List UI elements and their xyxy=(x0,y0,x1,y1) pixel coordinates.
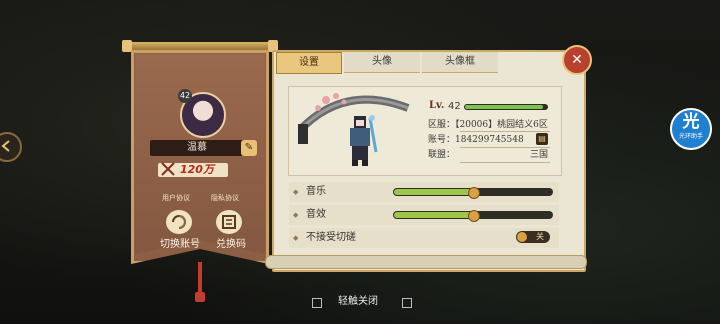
music-slider-fill xyxy=(394,189,473,195)
switch-account-icon[interactable] xyxy=(166,210,192,234)
scroll-roll-bottom xyxy=(265,255,587,269)
pencil-icon: ✎ xyxy=(244,142,254,153)
copy-account-button[interactable]: ▤ xyxy=(536,133,548,145)
sfx-slider-fill xyxy=(394,212,473,218)
close-button[interactable]: ✕ xyxy=(562,45,592,75)
banner-tassel xyxy=(195,262,205,302)
bullet-icon: ◆ xyxy=(293,211,299,219)
edit-name-button[interactable]: ✎ xyxy=(241,140,257,156)
alliance-value: 三国 xyxy=(530,150,549,160)
user-agreement-link[interactable]: 用户协议 xyxy=(162,193,190,203)
crossed-swords-icon xyxy=(161,162,175,176)
tab-settings[interactable]: 设置 xyxy=(276,52,342,74)
hero-sprite xyxy=(350,115,378,166)
player-name: 温慕 xyxy=(187,142,207,153)
alliance-underline xyxy=(460,162,550,163)
pole-cap-left xyxy=(122,40,132,52)
server-underline xyxy=(460,131,550,132)
corner-bracket-icon xyxy=(312,298,322,308)
chevron-left-icon xyxy=(1,140,10,152)
refuse-duel-label: 不接受切磋 xyxy=(306,232,356,243)
redeem-code-label[interactable]: 兑换码 xyxy=(216,235,246,250)
app-assistant-badge[interactable]: 光 光环助手 xyxy=(670,108,712,150)
tab-avatar-frame[interactable]: 头像框 xyxy=(422,52,498,73)
xp-bar-fill xyxy=(465,105,543,109)
tab-avatar[interactable]: 头像 xyxy=(344,52,420,73)
copy-icon: ▤ xyxy=(538,134,546,143)
level-prefix: Lv. xyxy=(429,100,445,111)
player-level: 42 xyxy=(448,101,461,112)
sfx-label: 音效 xyxy=(306,209,326,220)
avatar-level-badge: 42 xyxy=(178,89,192,103)
redeem-code-icon[interactable] xyxy=(216,210,242,234)
alliance-label: 联盟： xyxy=(428,150,456,160)
corner-bracket-icon xyxy=(402,298,412,308)
toggle-state: 关 xyxy=(536,232,544,241)
close-icon: ✕ xyxy=(571,52,583,68)
toggle-knob xyxy=(517,232,527,242)
privacy-link[interactable]: 隐私协议 xyxy=(211,193,239,203)
app-badge-caption: 光环助手 xyxy=(678,133,703,140)
bullet-icon: ◆ xyxy=(293,234,299,242)
app-badge-glyph: 光 xyxy=(682,112,700,132)
music-label: 音乐 xyxy=(306,186,326,197)
switch-account-label[interactable]: 切换账号 xyxy=(160,235,200,250)
bullet-icon: ◆ xyxy=(293,188,299,196)
tap-to-close-hint[interactable]: 轻触关闭 xyxy=(338,295,378,309)
music-slider-knob[interactable] xyxy=(468,187,480,199)
server-info: 区服：【20006】桃园结义6区 xyxy=(428,120,548,130)
account-underline xyxy=(460,147,550,148)
banner-pole xyxy=(124,42,276,50)
account-info: 账号：184299745548 xyxy=(428,135,524,145)
sfx-slider-knob[interactable] xyxy=(468,210,480,222)
combat-power: 120万 xyxy=(180,163,214,176)
alliance-info: 联盟： xyxy=(428,149,455,161)
